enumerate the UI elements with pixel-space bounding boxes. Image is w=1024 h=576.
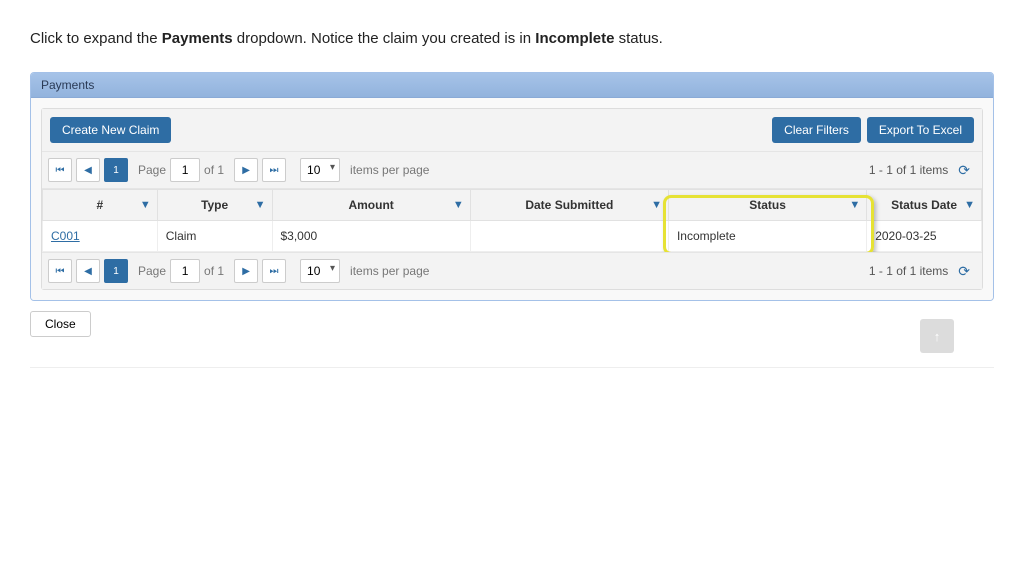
- table-header-row: #▼ Type▼ Amount▼ Date Submitted▼ Status▼…: [43, 190, 982, 221]
- pager-page-size-select[interactable]: 10: [300, 259, 340, 283]
- pager-info-bottom: 1 - 1 of 1 items ⟳: [869, 263, 976, 280]
- cell-amount: $3,000: [272, 221, 470, 252]
- col-date-submitted-label: Date Submitted: [525, 198, 613, 212]
- pager-page-label: Page: [138, 264, 166, 278]
- pager-bottom: ⏮ ◀ 1 Page of 1 ▶ ⏭ 10 items per page 1 …: [42, 252, 982, 289]
- filter-icon[interactable]: ▼: [849, 199, 860, 211]
- pager-page-label: Page: [138, 163, 166, 177]
- clear-filters-button[interactable]: Clear Filters: [772, 117, 861, 143]
- instruction-mid: dropdown. Notice the claim you created i…: [233, 30, 536, 47]
- col-id[interactable]: #▼: [43, 190, 158, 221]
- refresh-icon[interactable]: ⟳: [958, 263, 970, 280]
- instruction-bold-payments: Payments: [162, 30, 233, 47]
- filter-icon[interactable]: ▼: [140, 199, 151, 211]
- col-amount[interactable]: Amount ▼: [272, 190, 470, 221]
- pager-info-top: 1 - 1 of 1 items ⟳: [869, 162, 976, 179]
- claims-table: #▼ Type▼ Amount▼ Date Submitted▼ Status▼…: [42, 189, 982, 252]
- col-amount-label: Amount: [348, 198, 393, 212]
- pager-next-icon[interactable]: ▶: [234, 158, 258, 182]
- col-status-date-label: Status Date: [891, 198, 957, 212]
- filter-icon[interactable]: ▼: [964, 199, 975, 211]
- instruction-prefix: Click to expand the: [30, 30, 162, 47]
- col-type-label: Type: [201, 198, 228, 212]
- instruction-text: Click to expand the Payments dropdown. N…: [30, 30, 994, 47]
- cell-date-submitted: [470, 221, 668, 252]
- col-date-submitted[interactable]: Date Submitted ▼: [470, 190, 668, 221]
- pager-first-icon[interactable]: ⏮: [48, 259, 72, 283]
- toolbar-right: Clear Filters Export To Excel: [772, 117, 974, 143]
- instruction-suffix: status.: [614, 30, 662, 47]
- cell-status-date: 2020-03-25: [867, 221, 982, 252]
- filter-icon[interactable]: ▼: [651, 199, 662, 211]
- instruction-bold-incomplete: Incomplete: [535, 30, 614, 47]
- pager-items-per-page-label: items per page: [350, 264, 429, 278]
- export-to-excel-button[interactable]: Export To Excel: [867, 117, 974, 143]
- panel-title[interactable]: Payments: [31, 73, 993, 98]
- payments-panel: Payments Create New Claim Clear Filters …: [30, 72, 994, 301]
- pager-current-page[interactable]: 1: [104, 259, 128, 283]
- divider: [30, 367, 994, 368]
- pager-of-label: of 1: [204, 264, 224, 278]
- pager-page-input[interactable]: [170, 259, 200, 283]
- pager-last-icon[interactable]: ⏭: [262, 158, 286, 182]
- claim-link[interactable]: C001: [51, 229, 80, 243]
- pager-top: ⏮ ◀ 1 Page of 1 ▶ ⏭ 10 items per page 1 …: [42, 152, 982, 189]
- cell-id: C001: [43, 221, 158, 252]
- status-value: Incomplete: [677, 229, 736, 243]
- scroll-to-top-button[interactable]: ↑: [920, 319, 954, 353]
- refresh-icon[interactable]: ⟳: [958, 162, 970, 179]
- arrow-up-icon: ↑: [934, 329, 941, 344]
- pager-prev-icon[interactable]: ◀: [76, 158, 100, 182]
- cell-type: Claim: [157, 221, 272, 252]
- pager-first-icon[interactable]: ⏮: [48, 158, 72, 182]
- pager-next-icon[interactable]: ▶: [234, 259, 258, 283]
- pager-current-page[interactable]: 1: [104, 158, 128, 182]
- pager-info-text: 1 - 1 of 1 items: [869, 163, 948, 177]
- cell-status: Incomplete: [668, 221, 866, 252]
- close-button[interactable]: Close: [30, 311, 91, 337]
- panel-body: Create New Claim Clear Filters Export To…: [31, 98, 993, 300]
- col-status-label: Status: [749, 198, 786, 212]
- grid-card: Create New Claim Clear Filters Export To…: [41, 108, 983, 290]
- pager-last-icon[interactable]: ⏭: [262, 259, 286, 283]
- pager-page-size-select[interactable]: 10: [300, 158, 340, 182]
- col-status[interactable]: Status ▼: [668, 190, 866, 221]
- col-type[interactable]: Type ▼: [157, 190, 272, 221]
- pager-items-per-page-label: items per page: [350, 163, 429, 177]
- pager-info-text: 1 - 1 of 1 items: [869, 264, 948, 278]
- col-status-date[interactable]: Status Date ▼: [867, 190, 982, 221]
- col-id-label: #: [97, 198, 104, 212]
- pager-page-input[interactable]: [170, 158, 200, 182]
- pager-of-label: of 1: [204, 163, 224, 177]
- create-new-claim-button[interactable]: Create New Claim: [50, 117, 171, 143]
- pager-prev-icon[interactable]: ◀: [76, 259, 100, 283]
- filter-icon[interactable]: ▼: [255, 199, 266, 211]
- filter-icon[interactable]: ▼: [453, 199, 464, 211]
- table-row: C001 Claim $3,000 Incomplete 2020-03-25: [43, 221, 982, 252]
- toolbar: Create New Claim Clear Filters Export To…: [42, 109, 982, 152]
